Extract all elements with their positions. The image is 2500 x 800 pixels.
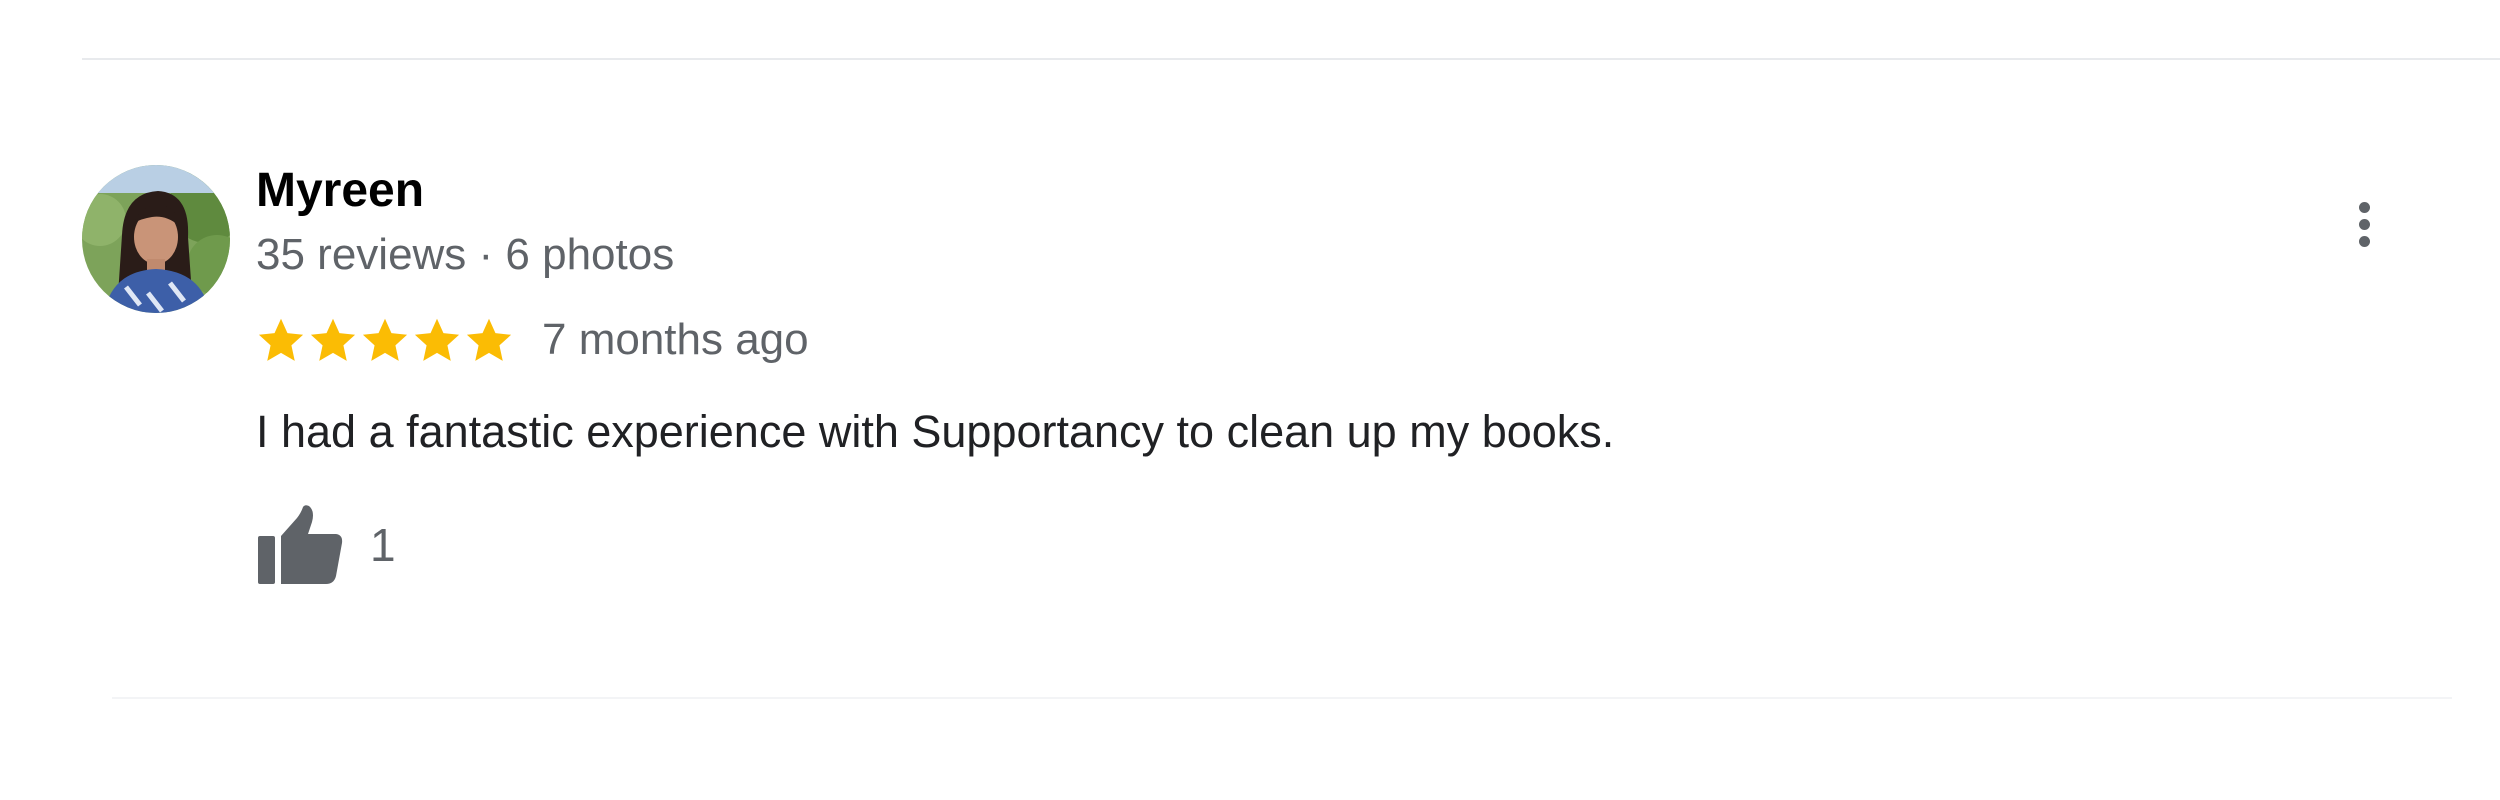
star-icon [466, 318, 512, 361]
star-icon [310, 318, 356, 361]
top-divider [82, 58, 2500, 60]
thumbs-up-icon[interactable] [256, 504, 344, 586]
more-vert-icon-dot [2358, 218, 2370, 230]
more-vert-icon [2358, 201, 2370, 213]
reviewer-name[interactable]: Myreen [256, 163, 424, 219]
more-options-button[interactable] [2336, 190, 2392, 258]
reviewer-meta[interactable]: 35 reviews · 6 photos [256, 228, 674, 282]
more-vert-icon-dot [2358, 235, 2370, 247]
avatar[interactable] [82, 165, 230, 313]
star-icon [362, 318, 408, 361]
like-row: 1 [256, 504, 396, 586]
avatar-photo [82, 165, 230, 313]
rating-row: 7 months ago [256, 312, 809, 368]
star-icon [258, 318, 304, 361]
like-count: 1 [370, 519, 396, 571]
star-icon [414, 318, 460, 361]
review-text: I had a fantastic experience with Suppor… [256, 406, 1615, 457]
star-rating [256, 315, 514, 365]
bottom-divider [112, 697, 2452, 699]
review-time: 7 months ago [542, 315, 809, 364]
